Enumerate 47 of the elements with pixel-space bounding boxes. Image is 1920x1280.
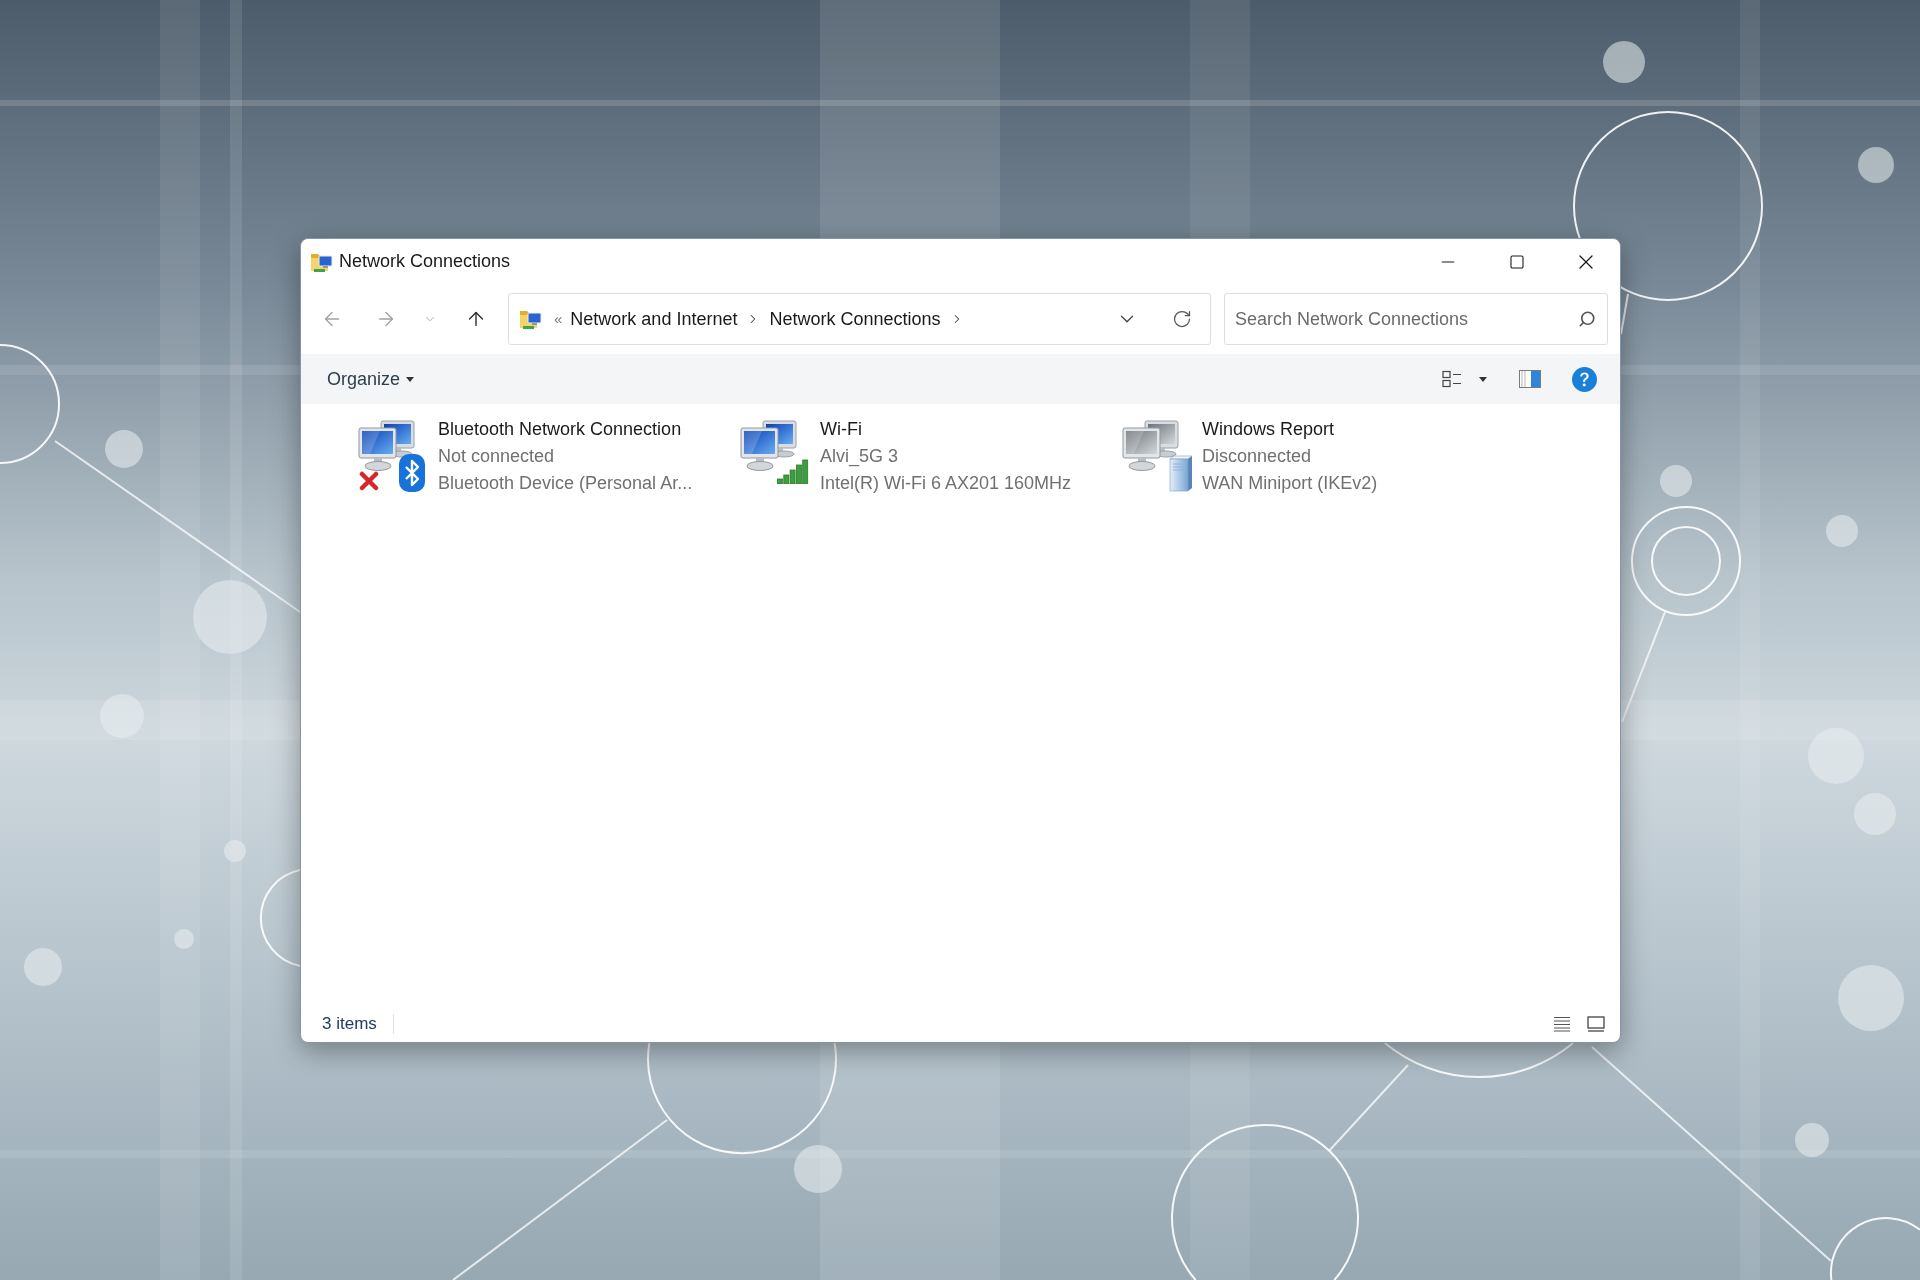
wallpaper-dot [1660, 465, 1692, 497]
item-count: 3 items [322, 1013, 377, 1036]
wallpaper-dot [224, 840, 246, 862]
computers-icon[interactable] [1122, 420, 1180, 472]
bluetooth-icon [399, 454, 425, 492]
window-title: Network Connections [339, 250, 511, 273]
connection-name[interactable]: Bluetooth Network Connection [438, 416, 693, 443]
view-options-icon[interactable] [1442, 370, 1462, 388]
breadcrumb-overflow[interactable]: « [554, 307, 563, 331]
connection-status: Alvi_5G 3 [820, 445, 900, 469]
breadcrumb-item[interactable]: Network Connections [769, 305, 941, 333]
wallpaper-dot [24, 948, 62, 986]
caret-icon [406, 376, 415, 382]
details-view-icon[interactable] [1553, 1016, 1571, 1032]
large-icons-view-icon[interactable] [1587, 1016, 1605, 1032]
search-icon[interactable] [1578, 310, 1596, 328]
wallpaper-dot [794, 1145, 842, 1193]
x-mark-icon [359, 471, 379, 491]
wallpaper-dot [174, 929, 194, 949]
connection-status: Not connected [438, 445, 556, 468]
search-field[interactable]: Search Network Connections [1224, 293, 1608, 345]
caret-icon[interactable] [1479, 376, 1487, 382]
connection-name[interactable]: Wi-Fi [820, 416, 1072, 443]
device-name: WAN Miniport (IKEv2) [1202, 472, 1378, 495]
wallpaper-dot [100, 694, 144, 738]
server-icon [1169, 455, 1193, 492]
computers-icon[interactable] [358, 420, 416, 472]
breadcrumb-item[interactable]: Network and Internet [570, 305, 738, 333]
wallpaper-dot [1603, 41, 1645, 83]
device-name: Intel(R) Wi-Fi 6 AX201 160MHz [820, 472, 1072, 495]
connection-name[interactable]: Windows Report [1202, 416, 1378, 443]
network-folder-icon [520, 308, 542, 330]
wallpaper-dot [1826, 515, 1858, 547]
computers-icon[interactable] [740, 420, 798, 472]
refresh-icon[interactable] [1172, 309, 1192, 329]
wallpaper-dot [1858, 147, 1894, 183]
connection-status: Disconnected [1202, 445, 1313, 468]
device-name: Bluetooth Device (Personal Ar... [438, 472, 693, 495]
address-bar[interactable]: « Network and Internet Network Connections [508, 293, 1211, 345]
preview-pane-icon[interactable] [1519, 370, 1541, 388]
maximize-icon[interactable] [1508, 253, 1525, 270]
wallpaper-dot [105, 430, 143, 468]
organize-button[interactable]: Organize [327, 365, 415, 393]
signal-bars-icon [777, 459, 809, 484]
wallpaper-dot [1795, 1123, 1829, 1157]
help-icon[interactable] [1572, 366, 1597, 392]
wallpaper-dot [1838, 965, 1904, 1031]
